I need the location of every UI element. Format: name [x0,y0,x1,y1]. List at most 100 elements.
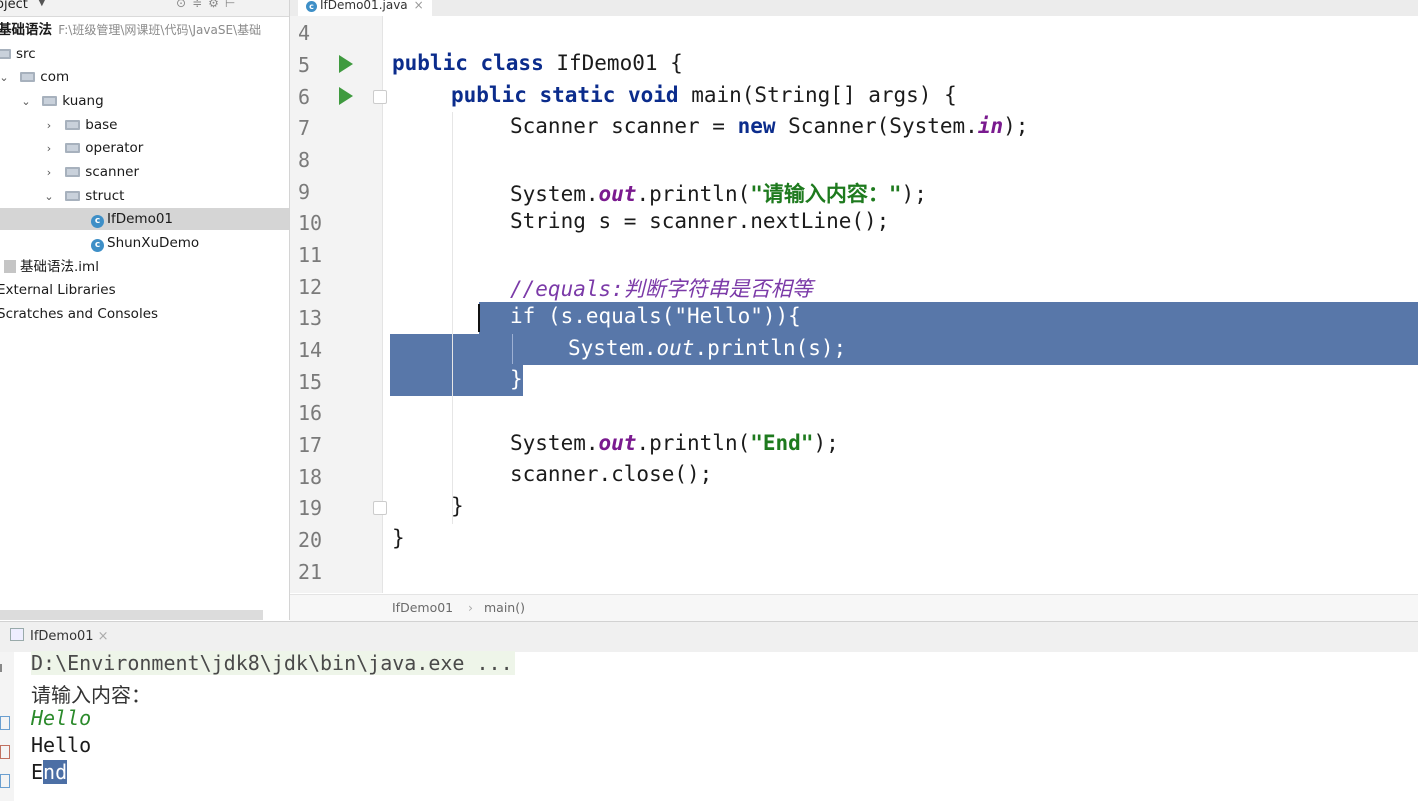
console-output-line: End [31,760,68,784]
stop-icon[interactable] [0,716,10,730]
run-icon[interactable] [339,55,353,73]
code-line-13: if (s.equals("Hello")){ [510,304,801,328]
rerun-icon[interactable] [0,664,10,672]
line-number: 5 [298,53,311,77]
tree-item-base[interactable]: › base [0,114,289,136]
text-caret [478,304,480,332]
breadcrumb-method[interactable]: main() [484,595,525,621]
line-number: 18 [298,465,323,489]
project-toolbar: ⊙≑⚙⊢ [176,0,241,10]
folder-icon [0,49,11,59]
code-line-15: } [510,367,523,391]
line-number: 10 [298,211,323,235]
java-class-icon: c [91,239,104,252]
chevron-down-icon[interactable]: ⌄ [0,67,10,89]
code-line-19: } [451,494,464,518]
console-command-line: D:\Environment\jdk8\jdk\bin\java.exe ... [31,651,515,675]
tree-item-scratches[interactable]: Scratches and Consoles [0,303,286,325]
java-class-icon: c [91,215,104,228]
tree-item-shunxudemo[interactable]: c ShunXuDemo [0,232,289,254]
editor-tab-label: IfDemo01.java [320,0,408,12]
code-line-17: System.out.println("End"); [510,431,839,455]
close-icon[interactable]: × [414,0,424,12]
hide-icon[interactable]: ⊢ [225,0,241,10]
tree-root[interactable]: 基础语法 F:\班级管理\网课班\代码\JavaSE\基础 [0,19,289,41]
tree-item-label: External Libraries [0,282,116,298]
run-tab-ifdemo01[interactable]: IfDemo01 × [4,625,114,649]
java-class-icon: c [306,1,317,12]
fold-icon[interactable] [373,90,387,104]
tree-item-label: Scratches and Consoles [0,306,159,322]
tree-item-ifdemo01[interactable]: c IfDemo01 [0,208,289,230]
collapse-icon[interactable]: ≑ [192,0,208,10]
run-icon[interactable] [339,87,353,105]
folder-icon [65,167,81,177]
tree-item-kuang[interactable]: ⌄ kuang [0,90,289,112]
tree-item-external-libraries[interactable]: External Libraries [0,279,286,301]
line-number: 20 [298,528,323,552]
tree-item-struct[interactable]: ⌄ struct [0,185,289,207]
folder-icon [65,120,81,130]
tree-item-src[interactable]: src [0,43,289,65]
line-number: 6 [298,85,311,109]
indent-guide [512,334,513,364]
fold-icon[interactable] [373,501,387,515]
line-number: 19 [298,496,323,520]
code-line-20: } [392,526,405,550]
code-line-6: public static void main(String[] args) { [451,83,957,107]
console-prompt-line: 请输入内容： [31,683,151,707]
tree-item-label: kuang [62,93,104,109]
tree-item-label: com [40,69,70,85]
chevron-right-icon[interactable]: › [43,115,55,137]
line-number: 21 [298,560,323,584]
line-number: 17 [298,433,323,457]
tree-item-label: 基础语法.iml [20,259,99,275]
horizontal-scrollbar[interactable] [0,610,263,620]
folder-icon [65,191,81,201]
chevron-down-icon[interactable]: ▼ [38,0,46,8]
breadcrumb-class[interactable]: IfDemo01 [392,595,453,621]
line-number: 8 [298,148,311,172]
code-line-10: String s = scanner.nextLine(); [510,209,890,233]
line-number: 4 [298,21,311,45]
console-user-input: Hello [31,706,92,730]
tree-item-label: base [85,117,118,133]
tree-item-scanner[interactable]: › scanner [0,161,289,183]
tree-item-operator[interactable]: › operator [0,137,289,159]
breadcrumb: IfDemo01 › main() [290,594,1418,621]
tree-root-name: 基础语法 [0,22,52,38]
folder-icon [65,143,81,153]
code-line-7: Scanner scanner = new Scanner(System.in)… [510,114,1029,138]
line-number: 13 [298,306,323,330]
code-line-5: public class IfDemo01 { [392,51,683,75]
code-line-9: System.out.println("请输入内容："); [510,182,927,206]
line-number: 11 [298,243,323,267]
gear-icon[interactable]: ⚙ [208,0,225,10]
tree-item-iml[interactable]: 基础语法.iml [0,256,289,278]
folder-icon [20,72,36,82]
line-number: 9 [298,180,311,204]
chevron-right-icon[interactable]: › [43,162,55,184]
settings-icon[interactable] [0,774,10,788]
chevron-down-icon[interactable]: ⌄ [20,91,32,113]
chevron-down-icon[interactable]: ⌄ [43,186,55,208]
line-number: 12 [298,275,323,299]
restore-layout-icon[interactable] [0,745,10,759]
module-file-icon [4,260,16,273]
folder-icon [42,96,58,106]
chevron-right-icon[interactable]: › [43,138,55,160]
tree-item-label: struct [85,188,125,204]
tree-item-label: operator [85,140,144,156]
project-panel-header: oject ▼ ⊙≑⚙⊢ [0,0,289,17]
run-tab-bar: IfDemo01 × [0,621,1418,653]
breadcrumb-separator: › [468,600,473,615]
code-line-14: System.out.println(s); [568,336,847,360]
code-line-12-comment: //equals:判断字符串是否相等 [510,277,813,301]
line-number: 7 [298,116,311,140]
project-view-title[interactable]: oject [0,0,28,12]
close-icon[interactable]: × [98,629,109,644]
tree-item-com[interactable]: ⌄ com [0,66,289,88]
target-icon[interactable]: ⊙ [176,0,192,10]
code-line-18: scanner.close(); [510,462,713,486]
tree-item-label: ShunXuDemo [107,235,200,251]
